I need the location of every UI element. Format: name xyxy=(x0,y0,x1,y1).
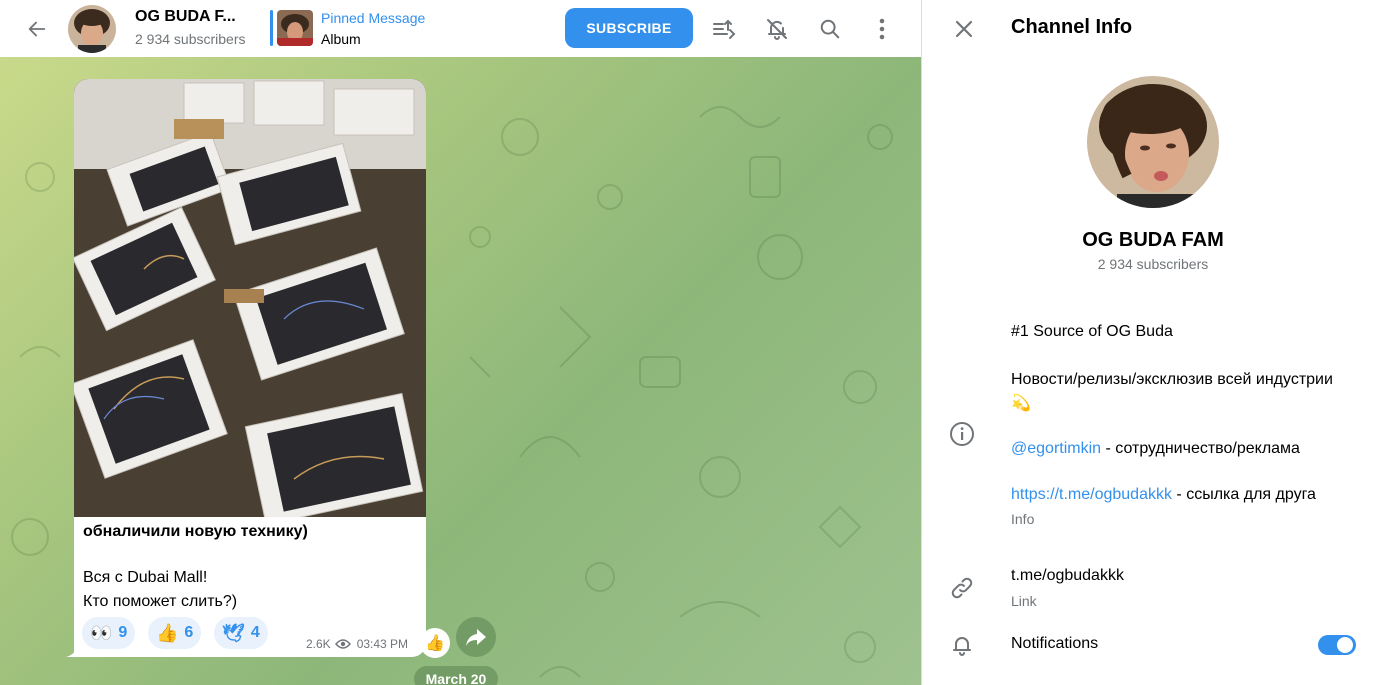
message-text-line1: обналичили новую технику) xyxy=(83,523,308,540)
reaction-thumbs-up[interactable]: 👍 6 xyxy=(148,617,202,649)
date-separator: March 20 xyxy=(414,666,498,685)
notifications-label: Notifications xyxy=(1011,635,1099,652)
message-meta: 2.6K 03:43 PM xyxy=(306,637,408,651)
notifications-toggle[interactable] xyxy=(1318,635,1356,655)
channel-profile-photo[interactable] xyxy=(1087,76,1219,208)
thumbs-up-emoji-icon: 👍 xyxy=(156,622,179,643)
back-arrow-icon[interactable] xyxy=(22,14,52,44)
link-value[interactable]: t.me/ogbudakkk xyxy=(1011,567,1124,585)
channel-description: #1 Source of OG Buda Новости/релизы/экск… xyxy=(1011,320,1351,531)
search-icon[interactable] xyxy=(815,14,845,44)
panel-title: Channel Info xyxy=(1011,16,1133,38)
bubble-tail xyxy=(66,645,80,657)
toggle-knob xyxy=(1335,635,1355,655)
more-vertical-icon[interactable] xyxy=(867,14,897,44)
channel-title[interactable]: OG BUDA F... xyxy=(135,8,236,26)
pinned-message-title[interactable]: Pinned Message xyxy=(321,10,425,26)
filter-icon[interactable] xyxy=(709,14,739,44)
channel-name: OG BUDA FAM xyxy=(1082,229,1224,251)
mention-suffix: - сотрудничество/реклама xyxy=(1101,440,1300,457)
reaction-dove[interactable]: 🕊 4 xyxy=(214,617,268,649)
reaction-count: 9 xyxy=(118,624,128,641)
message-bubble[interactable]: обналичили новую технику) Вся с Dubai Ma… xyxy=(74,79,426,657)
reaction-eyes[interactable]: 👀 9 xyxy=(82,617,136,649)
info-icon xyxy=(949,421,975,447)
reaction-count: 6 xyxy=(184,624,194,641)
channel-url-link[interactable]: https://t.me/ogbudakkk xyxy=(1011,486,1172,503)
subscribe-button[interactable]: SUBSCRIBE xyxy=(565,8,693,48)
info-caption: Info xyxy=(1011,511,1035,527)
message-text-line2: Вся с Dubai Mall! xyxy=(83,569,208,586)
description-mention-row: @egortimkin - сотрудничество/реклама xyxy=(1011,437,1351,461)
message-photo[interactable] xyxy=(74,79,426,517)
link-icon xyxy=(949,575,975,601)
description-line1: #1 Source of OG Buda xyxy=(1011,323,1173,340)
pinned-message-text[interactable]: Album xyxy=(321,31,361,47)
message-time: 03:43 PM xyxy=(356,637,409,651)
pinned-indicator xyxy=(270,10,273,46)
close-icon[interactable] xyxy=(949,14,979,44)
chat-area[interactable]: обналичили новую технику) Вся с Dubai Ma… xyxy=(0,57,921,685)
bell-off-icon[interactable] xyxy=(762,14,792,44)
chat-header: OG BUDA F... 2 934 subscribers Pinned Me… xyxy=(0,0,921,57)
share-icon[interactable] xyxy=(456,617,496,657)
mention-link[interactable]: @egortimkin xyxy=(1011,440,1101,457)
channel-subscriber-count: 2 934 subscribers xyxy=(1097,256,1209,272)
eyes-emoji-icon: 👀 xyxy=(90,622,113,643)
reaction-count: 4 xyxy=(250,624,260,641)
description-line2: Новости/релизы/эксклюзив всей индустрии … xyxy=(1011,371,1333,412)
view-count: 2.6K xyxy=(306,637,331,651)
channel-subscribers: 2 934 subscribers xyxy=(135,31,246,47)
channel-info-panel: Channel Info OG BUDA FAM 2 934 subscribe… xyxy=(921,0,1383,685)
dove-emoji-icon: 🕊 xyxy=(222,622,245,643)
quick-reaction-button[interactable]: 👍 xyxy=(420,628,450,658)
message-text-line3: Кто поможет слить?) xyxy=(83,593,238,610)
pinned-thumbnail[interactable] xyxy=(277,10,313,46)
url-suffix: - ссылка для друга xyxy=(1171,486,1316,503)
description-url-row: https://t.me/ogbudakkk - ссылка для друг… xyxy=(1011,483,1351,507)
channel-avatar[interactable] xyxy=(68,5,116,53)
eye-icon xyxy=(334,638,351,650)
bell-icon xyxy=(949,632,975,658)
link-caption: Link xyxy=(1011,593,1037,609)
